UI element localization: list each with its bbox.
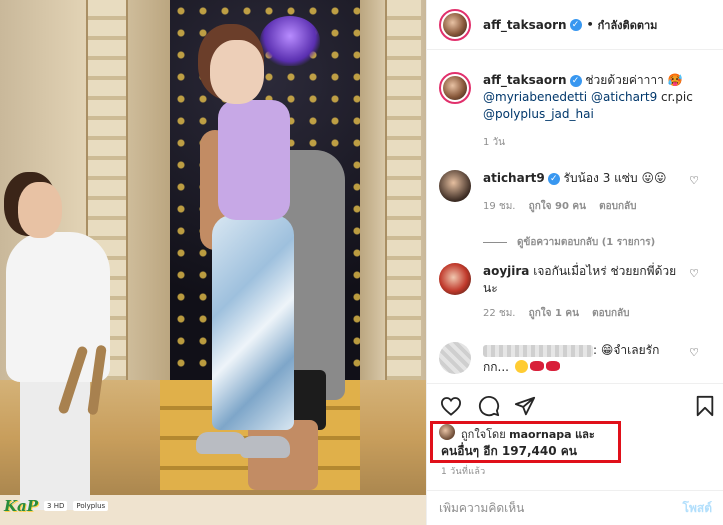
author-username[interactable]: aff_taksaorn (483, 18, 567, 32)
caption-credit: cr.pic (661, 90, 693, 104)
photo-logos: KaP 3 HD Polyplus (4, 497, 109, 515)
mention-link[interactable]: @atichart9 (591, 90, 657, 104)
caption-text: aff_taksaorn ✓ ช่วยด้วยค่าาาา 🥵 @myriaben… (483, 72, 719, 123)
comment-likes[interactable]: ถูกใจ 1 คน (529, 308, 579, 319)
comment-username[interactable]: atichart9 (483, 171, 545, 185)
separator-dot: • (586, 18, 594, 31)
comment-composer: โพสต์ (427, 490, 723, 525)
comment-colon: : (593, 343, 598, 357)
person-left-head (18, 182, 62, 238)
comment-like-heart-icon[interactable]: ♡ (689, 174, 699, 187)
caption-avatar[interactable] (439, 72, 471, 104)
comment-meta: 22 ชม. ถูกใจ 1 คน ตอบกลับ (483, 306, 719, 321)
channel-logo: 3 HD (44, 501, 68, 511)
comment-time[interactable]: 22 ชม. (483, 308, 515, 319)
comment-like-heart-icon[interactable]: ♡ (689, 267, 699, 280)
brand-logo: Polyplus (73, 501, 109, 511)
emoji-face-icon (514, 360, 528, 373)
verified-icon: ✓ (569, 74, 582, 87)
post-button[interactable]: โพสต์ (683, 499, 712, 518)
comment-avatar[interactable] (439, 342, 471, 374)
shoe (196, 432, 246, 454)
comment-likes[interactable]: ถูกใจ 90 คน (529, 201, 586, 212)
comment-meta: 19 ชม. ถูกใจ 90 คน ตอบกลับ (483, 199, 719, 214)
comment-time[interactable]: 19 ชม. (483, 201, 515, 212)
mention-link[interactable]: @polyplus_jad_hai (483, 107, 594, 121)
liker-avatar[interactable] (439, 424, 455, 440)
post-timestamp[interactable]: 1 วันที่แล้ว (441, 464, 486, 478)
post-photo[interactable]: KaP 3 HD Polyplus (0, 0, 426, 525)
comment-item: : 😁จำเลยรัก กก... ♡ (439, 342, 719, 376)
comment-body: จำเลยรัก (613, 343, 660, 357)
comment-username[interactable]: aoyjira (483, 264, 529, 278)
comment-like-heart-icon[interactable]: ♡ (689, 346, 699, 359)
comment-text: atichart9 ✓ รับน้อง 3 แซ่บ 😛😛 (483, 170, 719, 187)
comment-emoji: 😛😛 (641, 171, 667, 185)
blurred-username (483, 344, 593, 357)
comments-area: aff_taksaorn ✓ ช่วยด้วยค่าาาา 🥵 @myriaben… (427, 56, 723, 381)
comment-text: aoyjira เจอกันเมื่อไหร่ ช่วยยกพี่ด้วยนะ (483, 263, 719, 297)
view-replies-button[interactable]: ดูข้อความตอบกลับ (1 รายการ) (483, 235, 655, 250)
heart-icon[interactable] (439, 394, 463, 418)
comment-avatar[interactable] (439, 263, 471, 295)
chandelier (260, 16, 320, 66)
comment-avatar[interactable] (439, 170, 471, 202)
pillar-right (385, 0, 421, 390)
comment-icon[interactable] (477, 394, 501, 418)
author-avatar[interactable] (439, 8, 471, 41)
following-button[interactable]: กำลังติดตาม (598, 16, 658, 34)
likes-prefix: ถูกใจโดย (461, 428, 506, 441)
verified-icon: ✓ (547, 172, 560, 185)
likes-and: และ (575, 428, 595, 441)
post-side-panel: aff_taksaorn ✓ • กำลังติดตาม aff_taksaor… (426, 0, 723, 525)
add-comment-input[interactable] (439, 501, 683, 515)
view-replies-label: ดูข้อความตอบกลับ (1 รายการ) (517, 237, 656, 248)
comment-item: atichart9 ✓ รับน้อง 3 แซ่บ 😛😛 ♡ 19 ชม. ถู… (439, 170, 719, 214)
likes-line: ถูกใจโดย maornapa และ (461, 425, 595, 443)
reply-button[interactable]: ตอบกลับ (592, 308, 629, 319)
caption-emoji: 🥵 (667, 73, 683, 87)
replies-divider (483, 242, 507, 243)
comment-item: aoyjira เจอกันเมื่อไหร่ ช่วยยกพี่ด้วยนะ … (439, 263, 719, 321)
caption-body: ช่วยด้วยค่าาาา (585, 73, 664, 87)
bookmark-icon[interactable] (693, 394, 717, 418)
show-logo: KaP (4, 497, 39, 515)
verified-icon: ✓ (569, 18, 582, 31)
share-icon[interactable] (513, 394, 537, 418)
comment-emoji: 😁 (600, 343, 614, 357)
caption-time[interactable]: 1 วัน (483, 135, 719, 150)
post-header: aff_taksaorn ✓ • กำลังติดตาม (427, 0, 723, 50)
mention-link[interactable]: @myriabenedetti (483, 90, 587, 104)
person-left-legs (20, 370, 90, 510)
emoji-lips-icon (529, 361, 544, 371)
caption: aff_taksaorn ✓ ช่วยด้วยค่าาาา 🥵 @myriaben… (439, 72, 719, 150)
person-lifted-legs (212, 215, 294, 430)
shoe (240, 436, 290, 458)
comment-text: : 😁จำเลยรัก กก... (483, 342, 719, 376)
likes-others-button[interactable]: คนอื่นๆ อีก 197,440 คน (441, 442, 577, 461)
comment-body-line2: กก... (483, 360, 509, 374)
liker-username[interactable]: maornapa (509, 428, 571, 441)
caption-username[interactable]: aff_taksaorn (483, 73, 567, 87)
person-lifted-head (210, 40, 264, 104)
comment-body: รับน้อง 3 แซ่บ (563, 171, 638, 185)
person-lifted-top (218, 100, 290, 220)
reply-button[interactable]: ตอบกลับ (599, 201, 636, 212)
emoji-lips-icon (545, 361, 560, 371)
